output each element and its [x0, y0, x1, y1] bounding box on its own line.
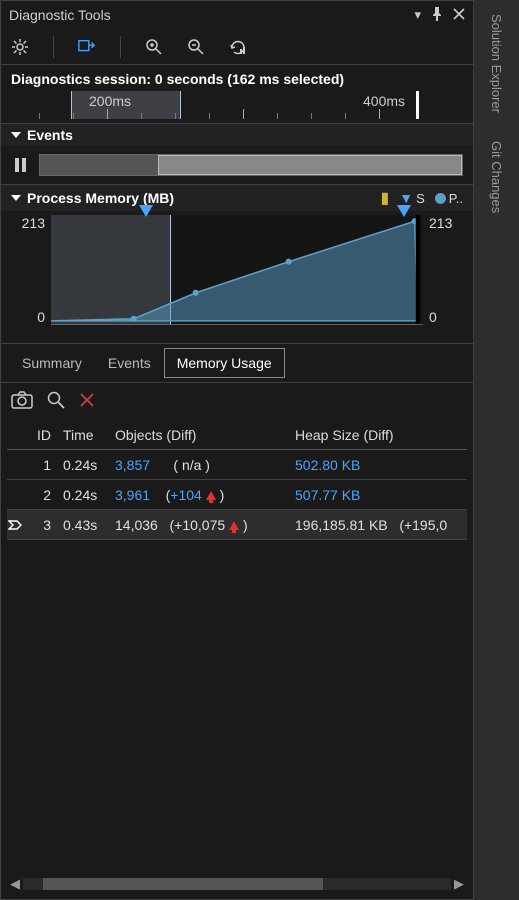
heap-link[interactable]: 502.80 KB: [295, 457, 360, 473]
table-empty-area: [7, 540, 467, 871]
cell-id: 1: [23, 457, 57, 473]
yaxis-right: 213 0: [423, 215, 463, 325]
ruler-label: 400ms: [363, 93, 405, 109]
ruler-label: 200ms: [89, 93, 131, 109]
ruler-ticks: [11, 109, 463, 119]
legend-p: P..: [435, 191, 463, 206]
objects-diff: +10,075: [174, 517, 225, 533]
settings-button[interactable]: [11, 38, 29, 56]
cell-id: 3: [23, 517, 57, 533]
tab-events[interactable]: Events: [95, 348, 164, 378]
tab-memory-usage[interactable]: Memory Usage: [164, 348, 285, 378]
cell-objects: 3,961 (+104 ): [109, 487, 289, 503]
cell-heap: 507.77 KB: [289, 487, 467, 503]
table-row[interactable]: 1 0.24s 3,857 ( n/a ) 502.80 KB: [7, 450, 467, 480]
cell-objects: 3,857 ( n/a ): [109, 457, 289, 473]
legend-s: ▼ S: [399, 190, 425, 206]
search-button[interactable]: [47, 391, 65, 412]
diff-close: ): [243, 517, 248, 533]
yaxis-min: 0: [37, 309, 45, 325]
scroll-left-icon[interactable]: ◀: [7, 876, 23, 892]
dropdown-icon[interactable]: ▾: [414, 7, 421, 23]
scroll-track[interactable]: [23, 878, 451, 890]
side-tab-well: Solution Explorer Git Changes: [474, 0, 519, 900]
events-section-header[interactable]: Events: [1, 123, 473, 146]
tabstrip-area: Summary Events Memory Usage: [1, 343, 473, 378]
increase-icon: [206, 491, 216, 500]
memory-legend: ▮ ▼ S P..: [380, 188, 463, 208]
col-heap[interactable]: Heap Size (Diff): [289, 427, 467, 443]
separator: [120, 36, 121, 58]
zoom-in-button[interactable]: [145, 38, 163, 56]
increase-icon: [229, 521, 239, 530]
title-bar: Diagnostic Tools ▾: [1, 1, 473, 29]
yaxis-max-r: 213: [429, 215, 452, 231]
close-icon[interactable]: [453, 8, 465, 23]
legend-snapshot-icon: ▮: [380, 188, 389, 208]
scroll-right-icon[interactable]: ▶: [451, 876, 467, 892]
col-time[interactable]: Time: [57, 427, 109, 443]
delete-button[interactable]: [79, 392, 95, 411]
cell-time: 0.24s: [57, 487, 109, 503]
table-row[interactable]: 2 0.24s 3,961 (+104 ) 507.77 KB: [7, 480, 467, 510]
table-row[interactable]: 3 0.43s 14,036 (+10,075 ) 196,185.81 KB …: [7, 510, 467, 540]
events-track: [11, 150, 463, 180]
memory-header-label: Process Memory (MB): [27, 190, 174, 206]
side-tab-solution-explorer[interactable]: Solution Explorer: [487, 10, 506, 117]
cell-id: 2: [23, 487, 57, 503]
timeline-ruler[interactable]: 200ms 400ms: [11, 91, 463, 119]
col-id[interactable]: ID: [23, 427, 57, 443]
snapshot-table: ID Time Objects (Diff) Heap Size (Diff) …: [7, 420, 467, 871]
collapse-icon: [11, 195, 21, 201]
snapshot-marker-icon: [397, 205, 411, 217]
take-snapshot-button[interactable]: [11, 391, 33, 412]
separator: [53, 36, 54, 58]
cell-heap: 502.80 KB: [289, 457, 467, 473]
memory-area: [51, 215, 423, 324]
window-title: Diagnostic Tools: [9, 7, 414, 23]
objects-value: 14,036: [115, 517, 158, 533]
events-header-label: Events: [27, 127, 73, 143]
side-tab-git-changes[interactable]: Git Changes: [487, 137, 506, 217]
cell-time: 0.24s: [57, 457, 109, 473]
diff-close: ): [220, 487, 225, 503]
yaxis-left: 213 0: [11, 215, 51, 325]
horizontal-scrollbar[interactable]: ◀ ▶: [7, 875, 467, 893]
session-info: Diagnostics session: 0 seconds (162 ms s…: [1, 65, 473, 89]
snapshot-toolbar: [1, 382, 473, 420]
pin-icon[interactable]: [431, 7, 443, 24]
collapse-icon: [11, 132, 21, 138]
scroll-thumb[interactable]: [43, 878, 323, 890]
table-header: ID Time Objects (Diff) Heap Size (Diff): [7, 420, 467, 450]
heap-link[interactable]: 507.77 KB: [295, 487, 360, 503]
heap-value: 196,185.81 KB: [295, 517, 388, 533]
tab-summary[interactable]: Summary: [9, 348, 95, 378]
heap-diff: (+195,0: [399, 517, 447, 533]
diagnostic-tools-panel: Diagnostic Tools ▾ Diagn: [0, 0, 474, 900]
yaxis-max: 213: [22, 215, 45, 231]
memory-chart: 213 0 213 0: [11, 215, 463, 325]
snapshot-marker-icon: [139, 205, 153, 217]
cell-objects: 14,036 (+10,075 ): [109, 517, 289, 533]
objects-diff: ( n/a ): [173, 457, 210, 473]
cell-heap: 196,185.81 KB (+195,0: [289, 517, 467, 533]
col-objects[interactable]: Objects (Diff): [109, 427, 289, 443]
events-selection: [158, 155, 462, 175]
objects-link[interactable]: 3,961: [115, 487, 150, 503]
objects-link[interactable]: 3,857: [115, 457, 150, 473]
yaxis-min-r: 0: [429, 309, 437, 325]
tabstrip: Summary Events Memory Usage: [1, 348, 473, 378]
zoom-out-button[interactable]: [187, 38, 205, 56]
cell-time: 0.43s: [57, 517, 109, 533]
pause-button[interactable]: [11, 156, 29, 174]
window-actions: ▾: [414, 7, 465, 24]
select-range-button[interactable]: [78, 38, 96, 56]
memory-plot[interactable]: [51, 215, 423, 325]
toolbar: [1, 29, 473, 65]
reset-zoom-button[interactable]: [229, 38, 247, 56]
objects-diff-link[interactable]: +104: [170, 487, 202, 503]
events-bar[interactable]: [39, 154, 463, 176]
current-row-icon: [7, 519, 23, 531]
